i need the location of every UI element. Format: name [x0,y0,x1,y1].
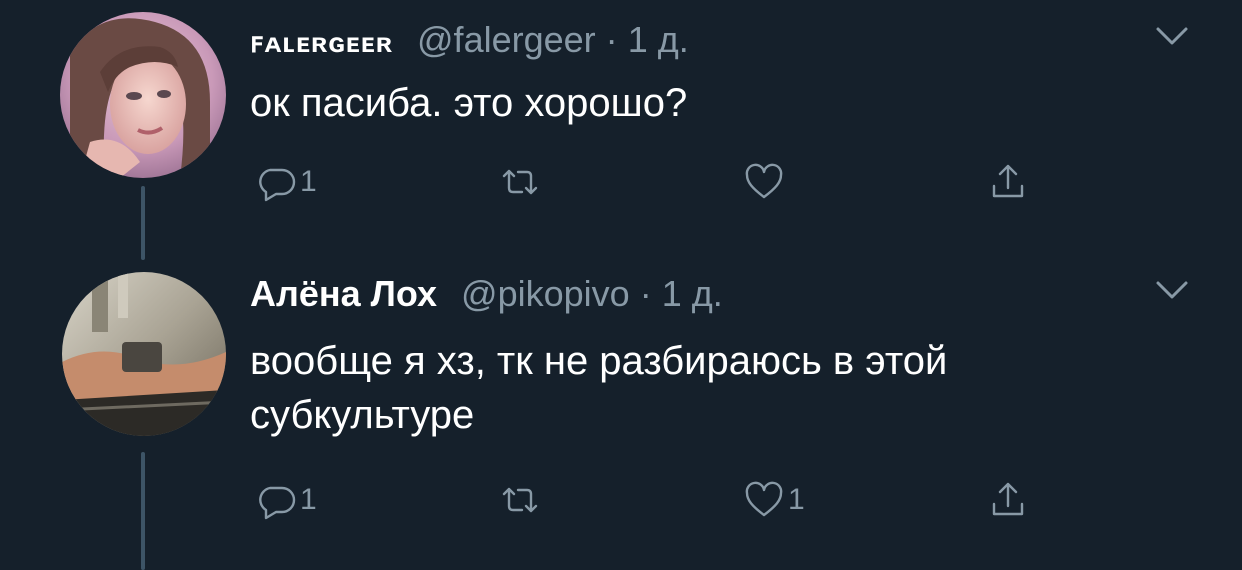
retweet-icon [502,487,538,513]
reply-bubble-icon [259,486,296,520]
user-avatar[interactable] [60,12,226,178]
retweet-button[interactable] [498,158,544,206]
tweet-timestamp[interactable]: 1 д. [662,273,723,314]
like-count: 1 [788,483,805,516]
separator-dot: · [605,19,618,60]
share-icon [992,482,1024,516]
tweet-header: ꜰᴀʟᴇʀɢᴇᴇʀ @falergeer · 1 д. [250,10,689,70]
share-button[interactable] [986,476,1032,524]
user-handle[interactable]: @pikopivo [461,273,630,314]
reply-count: 1 [300,165,317,198]
like-button[interactable] [742,158,788,206]
display-name[interactable]: Алёна Лох [250,273,437,314]
heart-icon [745,163,783,199]
reply-button[interactable]: 1 [254,476,317,524]
retweet-icon [502,169,538,195]
tweet-timestamp[interactable]: 1 д. [628,19,689,60]
reply-bubble-icon [259,168,296,202]
separator-dot: · [639,273,652,314]
heart-icon [745,481,783,517]
display-name[interactable]: ꜰᴀʟᴇʀɢᴇᴇʀ [250,27,393,58]
tweet-text: ок пасиба. это хорошо? [250,81,688,125]
tweet-text: вообще я хз, тк не разбираюсь в этой суб… [250,339,948,437]
share-icon [992,164,1024,198]
tweet-actions: 1 1 [250,476,1050,524]
avatar-photo-girl [60,12,226,178]
avatar-photo-mirror [62,272,226,436]
chevron-down-icon[interactable] [1154,278,1190,302]
share-button[interactable] [986,158,1032,206]
reply-button[interactable]: 1 [254,158,317,206]
user-avatar[interactable] [62,272,226,436]
tweet[interactable]: Алёна Лох @pikopivo · 1 д. вообще я хз, … [0,250,1242,570]
like-button[interactable]: 1 [742,476,805,524]
reply-count: 1 [300,483,317,516]
tweet-actions: 1 [250,158,1050,206]
user-handle[interactable]: @falergeer [417,19,596,60]
chevron-down-icon[interactable] [1154,24,1190,48]
tweet-header: Алёна Лох @pikopivo · 1 д. [250,264,723,324]
tweet[interactable]: ꜰᴀʟᴇʀɢᴇᴇʀ @falergeer · 1 д. ок пасиба. э… [0,0,1242,250]
retweet-button[interactable] [498,476,544,524]
